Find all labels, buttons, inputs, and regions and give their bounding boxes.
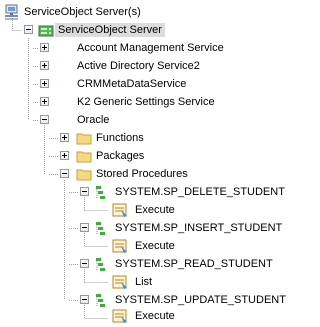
method-icon — [112, 202, 128, 218]
folder-icon — [76, 130, 92, 146]
expand-toggle[interactable] — [40, 43, 49, 52]
procedure-label: SYSTEM.SP_UPDATE_STUDENT — [115, 294, 286, 306]
tree-node-service[interactable]: K2 Generic Settings Service — [0, 93, 260, 111]
service-object-icon — [94, 184, 110, 200]
service-object-icon — [94, 220, 110, 236]
collapse-toggle[interactable] — [80, 187, 89, 196]
service-object-icon — [94, 292, 110, 308]
method-label: Execute — [135, 310, 175, 322]
procedure-label: SYSTEM.SP_READ_STUDENT — [115, 258, 273, 270]
tree-node-service[interactable]: Account Management Service — [0, 39, 260, 57]
expand-toggle[interactable] — [60, 133, 69, 142]
expand-toggle[interactable] — [40, 61, 49, 70]
tree-node-service[interactable]: Active Directory Service2 — [0, 57, 260, 75]
folder-icon — [76, 148, 92, 164]
collapse-toggle[interactable] — [40, 115, 49, 124]
tree-node-procedure[interactable]: SYSTEM.SP_INSERT_STUDENT — [0, 219, 300, 237]
tree-node-method[interactable]: List — [0, 273, 200, 291]
service-label: CRMMetaDataService — [77, 78, 187, 90]
server-network-icon — [4, 4, 20, 20]
folder-label: Functions — [96, 132, 144, 144]
tree-node-service-oracle[interactable]: Oracle — [0, 111, 260, 129]
procedure-label: SYSTEM.SP_DELETE_STUDENT — [115, 186, 285, 198]
folder-label: Packages — [96, 150, 145, 162]
expand-toggle[interactable] — [40, 79, 49, 88]
tree-node-folder-functions[interactable]: Functions — [0, 129, 200, 147]
tree-node-folder-packages[interactable]: Packages — [0, 147, 200, 165]
tree-node-server-label: ServiceObject Server — [55, 23, 165, 37]
tree-node-procedure[interactable]: SYSTEM.SP_READ_STUDENT — [0, 255, 300, 273]
service-label: Account Management Service — [77, 42, 224, 54]
tree-node-service[interactable]: CRMMetaDataService — [0, 75, 260, 93]
service-label: K2 Generic Settings Service — [77, 96, 215, 108]
method-label: Execute — [135, 204, 175, 216]
method-icon — [112, 238, 128, 254]
tree-node-root[interactable]: ServiceObject Server(s) — [0, 3, 200, 21]
method-label: List — [135, 276, 153, 288]
collapse-toggle[interactable] — [80, 295, 89, 304]
tree-node-procedure[interactable]: SYSTEM.SP_DELETE_STUDENT — [0, 183, 300, 201]
tree-node-root-label: ServiceObject Server(s) — [24, 6, 141, 18]
folder-label: Stored Procedures — [96, 168, 188, 180]
collapse-toggle[interactable] — [80, 259, 89, 268]
method-icon — [112, 308, 128, 324]
folder-icon — [76, 166, 92, 182]
service-label: Active Directory Service2 — [77, 60, 200, 72]
tree-node-method[interactable]: Execute — [0, 201, 200, 219]
tree-node-method[interactable]: Execute — [0, 237, 200, 255]
tree-node-folder-stored-procedures[interactable]: Stored Procedures — [0, 165, 200, 183]
service-object-tree: ServiceObject Server(s) ServiceObject Se… — [0, 0, 305, 325]
service-object-icon — [94, 256, 110, 272]
procedure-label: SYSTEM.SP_INSERT_STUDENT — [115, 222, 283, 234]
collapse-toggle[interactable] — [24, 25, 33, 34]
collapse-toggle[interactable] — [60, 169, 69, 178]
tree-node-method[interactable]: Execute — [0, 307, 200, 325]
service-label: Oracle — [77, 114, 110, 126]
green-server-icon — [38, 22, 54, 38]
expand-toggle[interactable] — [40, 97, 49, 106]
method-label: Execute — [135, 240, 175, 252]
collapse-toggle[interactable] — [80, 223, 89, 232]
tree-node-serviceobject-server[interactable]: ServiceObject Server — [0, 21, 200, 39]
method-icon — [112, 274, 128, 290]
expand-toggle[interactable] — [60, 151, 69, 160]
